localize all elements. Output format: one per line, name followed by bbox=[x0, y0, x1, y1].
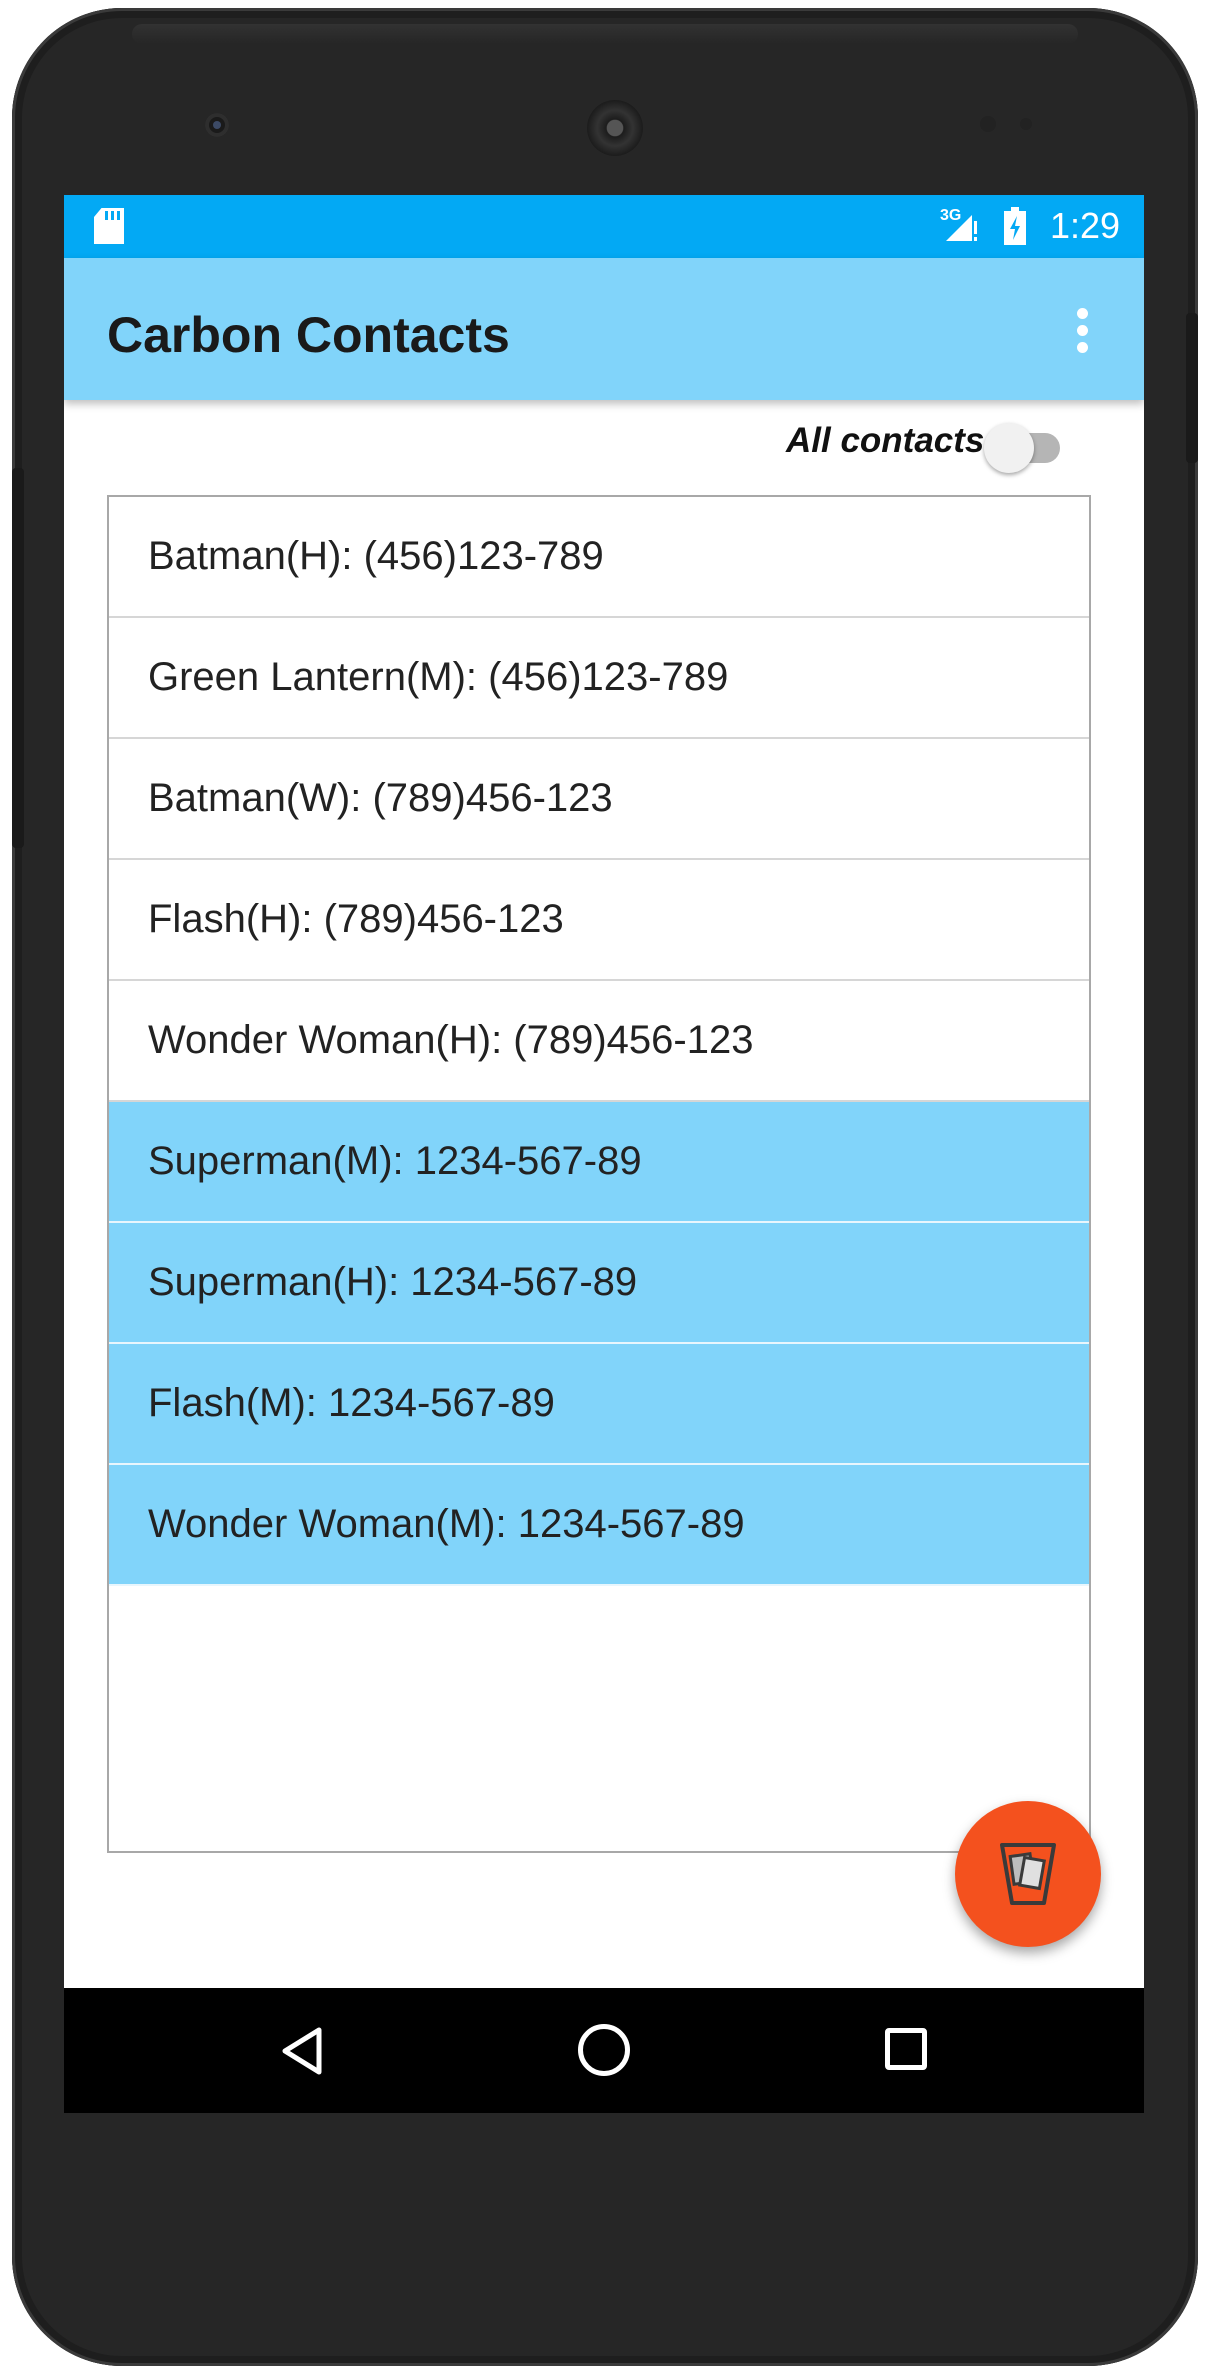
navigation-bar bbox=[64, 1988, 1144, 2113]
clock: 1:29 bbox=[1050, 205, 1121, 246]
contact-row[interactable]: Flash(H): (789)456-123 bbox=[109, 860, 1089, 981]
proximity-sensor bbox=[980, 116, 996, 132]
battery-charging-icon bbox=[1004, 207, 1026, 245]
signal-icon bbox=[946, 215, 977, 241]
all-contacts-label: All contacts bbox=[786, 421, 985, 460]
contact-text: Superman(M): 1234-567-89 bbox=[148, 1139, 642, 1183]
app-title: Carbon Contacts bbox=[107, 307, 510, 363]
contact-text: Flash(H): (789)456-123 bbox=[148, 897, 564, 941]
contact-list[interactable]: Batman(H): (456)123-789 Green Lantern(M):… bbox=[107, 495, 1091, 1853]
status-bar: 3G 1:29 bbox=[64, 195, 1144, 258]
contact-text: Wonder Woman(M): 1234-567-89 bbox=[148, 1502, 745, 1546]
app-bar: Carbon Contacts bbox=[64, 258, 1144, 400]
back-icon[interactable] bbox=[279, 2026, 325, 2076]
copy-contacts-button[interactable] bbox=[955, 1801, 1101, 1947]
switch-thumb bbox=[984, 423, 1034, 473]
light-sensor bbox=[1020, 118, 1032, 130]
contact-row[interactable]: Batman(W): (789)456-123 bbox=[109, 739, 1089, 860]
all-contacts-switch[interactable] bbox=[984, 419, 1064, 473]
contact-row[interactable]: Superman(M): 1234-567-89 bbox=[109, 1102, 1089, 1223]
screen: 3G 1:29 Carbon Contacts All contacts Bat… bbox=[64, 195, 1144, 2113]
earpiece-speaker bbox=[587, 100, 643, 156]
power-button bbox=[1186, 313, 1198, 463]
contact-row[interactable]: Wonder Woman(H): (789)456-123 bbox=[109, 981, 1089, 1102]
contact-row[interactable]: Superman(H): 1234-567-89 bbox=[109, 1223, 1089, 1344]
contact-text: Flash(M): 1234-567-89 bbox=[148, 1381, 555, 1425]
contact-text: Wonder Woman(H): (789)456-123 bbox=[148, 1018, 754, 1062]
contact-text: Batman(H): (456)123-789 bbox=[148, 534, 604, 578]
volume-button bbox=[12, 468, 24, 848]
contact-text: Batman(W): (789)456-123 bbox=[148, 776, 613, 820]
overflow-menu-icon[interactable] bbox=[1074, 308, 1090, 358]
contact-row[interactable]: Batman(H): (456)123-789 bbox=[109, 497, 1089, 618]
front-camera bbox=[205, 113, 229, 137]
home-icon[interactable] bbox=[578, 2024, 630, 2076]
contact-text: Green Lantern(M): (456)123-789 bbox=[148, 655, 729, 699]
recents-icon[interactable] bbox=[885, 2028, 927, 2070]
contact-text: Superman(H): 1234-567-89 bbox=[148, 1260, 638, 1304]
sd-card-icon bbox=[94, 208, 124, 244]
contact-row[interactable]: Wonder Woman(M): 1234-567-89 bbox=[109, 1465, 1089, 1586]
bezel-shine bbox=[132, 24, 1078, 44]
carbon-copy-icon bbox=[1000, 1843, 1056, 1905]
contact-row[interactable]: Green Lantern(M): (456)123-789 bbox=[109, 618, 1089, 739]
contact-row[interactable]: Flash(M): 1234-567-89 bbox=[109, 1344, 1089, 1465]
